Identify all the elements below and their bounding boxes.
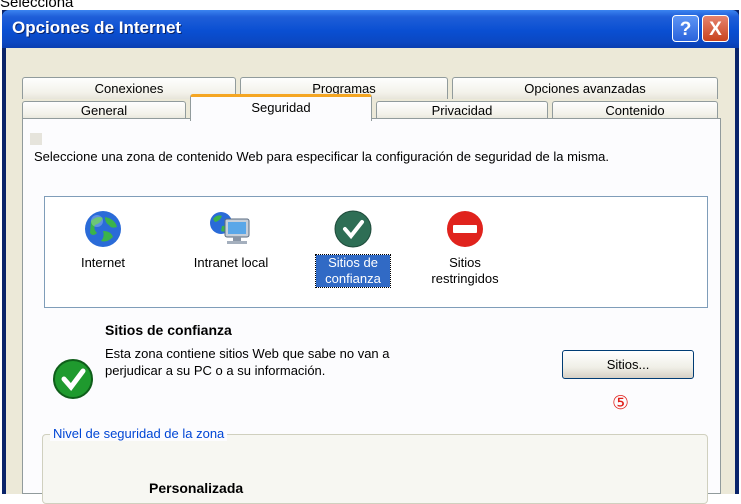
zone-sitios-restringidos[interactable]: Sitios restringidos bbox=[417, 209, 513, 287]
tab-seguridad[interactable]: Seguridad bbox=[190, 94, 372, 121]
zone-label: Intranet local bbox=[193, 255, 269, 270]
window-title: Opciones de Internet bbox=[12, 18, 182, 37]
selected-zone-description: Esta zona contiene sitios Web que sabe n… bbox=[105, 346, 390, 378]
zone-label: Sitios de confianza bbox=[315, 254, 391, 288]
zone-list[interactable]: Internet Intranet local Sitios de confia… bbox=[44, 196, 708, 308]
trusted-check-icon bbox=[53, 359, 93, 399]
tab-general[interactable]: General bbox=[22, 101, 186, 119]
globe-icon bbox=[85, 211, 121, 247]
intranet-computer-icon bbox=[210, 212, 250, 244]
zone-label: Internet bbox=[80, 255, 126, 270]
selected-zone-title: Sitios de confianza bbox=[105, 322, 232, 338]
restricted-no-entry-icon bbox=[447, 211, 483, 247]
panel-corner-mark bbox=[30, 133, 42, 145]
title-bar[interactable]: Opciones de Internet ? X bbox=[2, 10, 739, 48]
sites-button[interactable]: Sitios... bbox=[562, 350, 694, 379]
zone-intranet-local[interactable]: Intranet local bbox=[179, 209, 283, 271]
security-level-group-label: Nivel de seguridad de la zona bbox=[50, 426, 228, 441]
tab-contenido[interactable]: Contenido bbox=[552, 101, 718, 119]
selected-zone-icon bbox=[52, 358, 94, 404]
help-button[interactable]: ? bbox=[672, 15, 699, 42]
step-marker: ⑤ bbox=[612, 392, 630, 414]
zone-instructions: Seleccione una zona de contenido Web par… bbox=[34, 149, 610, 164]
zone-label: Sitios restringidos bbox=[431, 255, 499, 286]
zone-internet[interactable]: Internet bbox=[73, 209, 133, 271]
zone-sitios-de-confianza[interactable]: Sitios de confianza bbox=[311, 209, 395, 288]
trusted-check-icon bbox=[334, 210, 372, 248]
tab-opciones-avanzadas[interactable]: Opciones avanzadas bbox=[452, 77, 718, 99]
tab-privacidad[interactable]: Privacidad bbox=[376, 101, 548, 119]
close-button[interactable]: X bbox=[702, 15, 729, 42]
